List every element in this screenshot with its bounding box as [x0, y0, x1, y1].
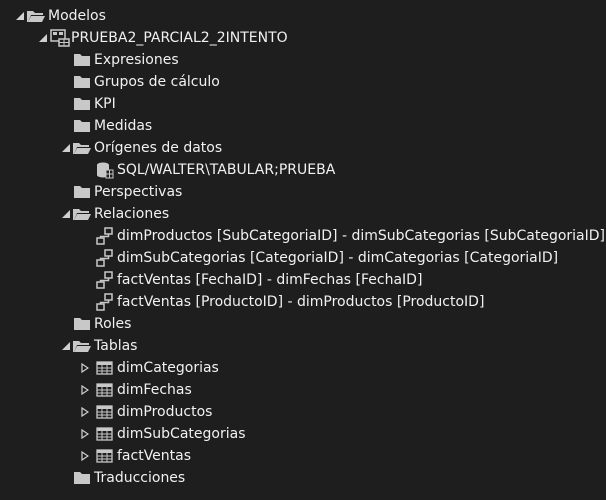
collapsed-arrow-icon[interactable] [74, 423, 96, 445]
table-icon [96, 357, 116, 379]
tree-node-table[interactable]: dimProductos [0, 401, 606, 423]
tabular-model-explorer: Modelos PRUEBA2_PARCIAL2_2INTENTO Expres… [0, 0, 606, 500]
tree-node-relationship[interactable]: factVentas [ProductoID] - dimProductos [… [0, 291, 606, 313]
relationship-icon [96, 291, 116, 313]
tree-node-label: Grupos de cálculo [94, 74, 220, 90]
collapsed-arrow-icon[interactable] [74, 445, 96, 467]
tree-node-label: Relaciones [94, 206, 170, 222]
tree-node-label: KPI [94, 96, 116, 112]
tree-node-label: PRUEBA2_PARCIAL2_2INTENTO [71, 30, 288, 46]
tree-node-kpi[interactable]: KPI [0, 93, 606, 115]
tree-node-model[interactable]: PRUEBA2_PARCIAL2_2INTENTO [0, 27, 606, 49]
tree-node-data-source[interactable]: SQL/WALTER\TABULAR;PRUEBA [0, 159, 606, 181]
tabular-model-icon [50, 27, 70, 49]
tree-node-label: dimProductos [SubCategoriaID] - dimSubCa… [117, 228, 605, 244]
collapsed-arrow-icon[interactable] [74, 357, 96, 379]
table-icon [96, 401, 116, 423]
tree-node-label: dimProductos [117, 404, 213, 420]
relationship-icon [96, 247, 116, 269]
tree-node-label: Expresiones [94, 52, 179, 68]
tree-node-medidas[interactable]: Medidas [0, 115, 606, 137]
tree-node-label: Perspectivas [94, 184, 183, 200]
folder-icon [73, 467, 93, 489]
folder-open-icon [73, 335, 93, 357]
table-icon [96, 445, 116, 467]
expanded-arrow-icon[interactable] [36, 27, 50, 49]
folder-icon [73, 115, 93, 137]
tree-node-modelos[interactable]: Modelos [0, 5, 606, 27]
folder-icon [73, 181, 93, 203]
tree-node-label: Medidas [94, 118, 153, 134]
tree-node-origenes-de-datos[interactable]: Orígenes de datos [0, 137, 606, 159]
table-icon [96, 423, 116, 445]
tree-node-traducciones[interactable]: Traducciones [0, 467, 606, 489]
expanded-arrow-icon[interactable] [59, 137, 73, 159]
tree-node-expresiones[interactable]: Expresiones [0, 49, 606, 71]
folder-open-icon [27, 5, 47, 27]
tree-node-table[interactable]: factVentas [0, 445, 606, 467]
tree-node-table[interactable]: dimSubCategorias [0, 423, 606, 445]
tree-node-label: Modelos [48, 8, 106, 24]
tree-node-roles[interactable]: Roles [0, 313, 606, 335]
tree-node-tablas[interactable]: Tablas [0, 335, 606, 357]
expanded-arrow-icon[interactable] [13, 5, 27, 27]
tree-node-relationship[interactable]: factVentas [FechaID] - dimFechas [FechaI… [0, 269, 606, 291]
table-icon [96, 379, 116, 401]
tree-node-grupos-de-calculo[interactable]: Grupos de cálculo [0, 71, 606, 93]
tree-node-label: Tablas [94, 338, 138, 354]
tree-node-label: Orígenes de datos [94, 140, 223, 156]
tree-node-table[interactable]: dimCategorias [0, 357, 606, 379]
tree-node-label: SQL/WALTER\TABULAR;PRUEBA [117, 162, 336, 178]
tree-node-label: Roles [94, 316, 132, 332]
relationship-icon [96, 269, 116, 291]
expanded-arrow-icon[interactable] [59, 203, 73, 225]
tree-node-label: dimSubCategorias [117, 426, 246, 442]
folder-open-icon [73, 137, 93, 159]
tree-node-label: factVentas [FechaID] - dimFechas [FechaI… [117, 272, 423, 288]
tree-node-label: dimFechas [117, 382, 192, 398]
tree-node-label: Traducciones [94, 470, 186, 486]
folder-icon [73, 71, 93, 93]
tree-node-relationship[interactable]: dimSubCategorias [CategoriaID] - dimCate… [0, 247, 606, 269]
folder-icon [73, 313, 93, 335]
tree-node-perspectivas[interactable]: Perspectivas [0, 181, 606, 203]
tree-node-relationship[interactable]: dimProductos [SubCategoriaID] - dimSubCa… [0, 225, 606, 247]
folder-icon [73, 49, 93, 71]
tree-node-label: dimSubCategorias [CategoriaID] - dimCate… [117, 250, 559, 266]
folder-icon [73, 93, 93, 115]
folder-open-icon [73, 203, 93, 225]
tree-node-label: dimCategorias [117, 360, 219, 376]
expanded-arrow-icon[interactable] [59, 335, 73, 357]
collapsed-arrow-icon[interactable] [74, 401, 96, 423]
tree-node-table[interactable]: dimFechas [0, 379, 606, 401]
tree-node-label: factVentas [ProductoID] - dimProductos [… [117, 294, 485, 310]
database-icon [96, 159, 116, 181]
tree-node-label: factVentas [117, 448, 192, 464]
relationship-icon [96, 225, 116, 247]
tree-node-relaciones[interactable]: Relaciones [0, 203, 606, 225]
collapsed-arrow-icon[interactable] [74, 379, 96, 401]
